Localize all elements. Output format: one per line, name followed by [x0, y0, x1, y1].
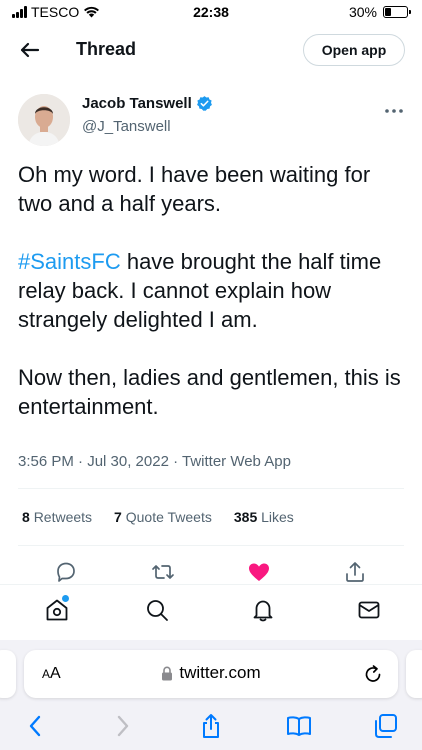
heart-filled-icon[interactable] — [246, 559, 272, 585]
hashtag-link[interactable]: #SaintsFC — [18, 249, 121, 274]
retweets-stat[interactable]: 8 Retweets — [22, 509, 92, 525]
divider — [18, 488, 404, 489]
tweet-paragraph-2: #SaintsFC have brought the half time rel… — [18, 247, 408, 334]
notification-dot — [62, 595, 69, 602]
battery-percent: 30% — [348, 4, 377, 20]
more-horizontal-icon[interactable] — [384, 98, 404, 119]
search-icon[interactable] — [144, 597, 170, 623]
status-bar: TESCO 22:38 30% — [0, 0, 422, 26]
reply-icon[interactable] — [53, 559, 79, 585]
avatar-image — [18, 94, 70, 146]
author-handle[interactable]: @J_Tanswell — [82, 118, 171, 135]
url-display[interactable]: twitter.com — [24, 663, 398, 683]
browser-toolbar: AA twitter.com — [0, 640, 422, 750]
page-title: Thread — [76, 39, 137, 59]
mail-icon[interactable] — [356, 597, 382, 623]
chevron-right-icon[interactable] — [108, 712, 136, 740]
thread-header: Thread Open app — [0, 26, 422, 74]
share-icon[interactable] — [197, 712, 225, 740]
tweet-text: Oh my word. I have been waiting for two … — [18, 160, 408, 450]
tweet-stats: 8 Retweets 7 Quote Tweets 385 Likes — [22, 509, 294, 525]
status-right: 30% — [348, 4, 411, 20]
tweet-paragraph-3: Now then, ladies and gentlemen, this is … — [18, 365, 401, 419]
chevron-left-icon[interactable] — [22, 712, 50, 740]
author-name[interactable]: Jacob Tanswell — [82, 95, 213, 112]
verified-badge-icon — [196, 96, 212, 111]
reload-icon[interactable] — [362, 663, 384, 685]
lock-icon — [162, 665, 173, 680]
bell-icon[interactable] — [250, 597, 276, 623]
retweets-label: Retweets — [33, 509, 93, 525]
author-name-text: Jacob Tanswell — [82, 95, 192, 112]
nav-home[interactable] — [44, 595, 70, 623]
book-icon[interactable] — [285, 712, 313, 740]
share-icon[interactable] — [342, 559, 368, 585]
battery-icon — [383, 6, 411, 18]
quotes-label: Quote Tweets — [125, 509, 212, 525]
avatar[interactable] — [18, 94, 70, 146]
battery-fill — [385, 8, 392, 16]
retweet-icon[interactable] — [150, 559, 176, 585]
previous-tab-peek[interactable] — [0, 650, 16, 698]
next-tab-peek[interactable] — [406, 650, 422, 698]
quotes-count: 7 — [114, 509, 122, 525]
divider — [18, 545, 404, 546]
tweet-paragraph-1: Oh my word. I have been waiting for two … — [18, 162, 371, 216]
url-text: twitter.com — [179, 663, 261, 682]
open-app-button[interactable]: Open app — [303, 34, 405, 66]
retweets-count: 8 — [22, 509, 30, 525]
tweet-meta: 3:56 PM · Jul 30, 2022 · Twitter Web App — [18, 453, 291, 470]
bottom-nav — [0, 584, 422, 640]
arrow-left-icon[interactable] — [14, 36, 44, 64]
tabs-icon[interactable] — [372, 712, 400, 740]
tweet-actions — [0, 559, 422, 585]
likes-label: Likes — [261, 509, 294, 525]
likes-count: 385 — [233, 509, 258, 525]
likes-stat[interactable]: 385 Likes — [234, 509, 294, 525]
address-bar[interactable]: AA twitter.com — [24, 650, 398, 698]
quotes-stat[interactable]: 7 Quote Tweets — [114, 509, 212, 525]
